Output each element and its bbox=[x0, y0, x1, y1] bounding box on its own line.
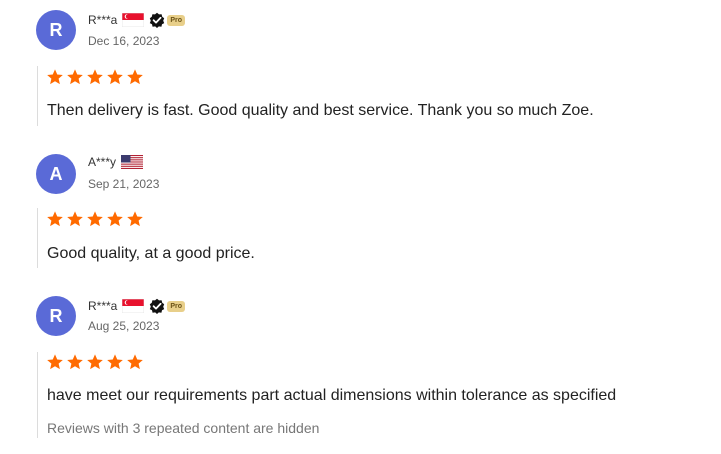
pro-badge: Pro bbox=[149, 298, 186, 314]
pro-badge: Pro bbox=[149, 12, 186, 28]
singapore-flag-icon bbox=[122, 13, 145, 27]
star-rating bbox=[46, 210, 144, 228]
review-text: Then delivery is fast. Good quality and … bbox=[47, 102, 594, 119]
star-icon bbox=[87, 69, 103, 85]
verified-check-icon bbox=[150, 12, 165, 28]
reviewer-name: A***y bbox=[88, 155, 117, 169]
star-icon bbox=[87, 211, 103, 227]
avatar: R bbox=[36, 296, 76, 336]
review-date: Dec 16, 2023 bbox=[88, 34, 160, 48]
singapore-flag-icon bbox=[122, 299, 145, 313]
star-icon bbox=[67, 211, 83, 227]
star-icon bbox=[67, 354, 83, 370]
reviewer-name: R***a bbox=[88, 13, 118, 27]
avatar: A bbox=[36, 154, 76, 194]
verified-check-icon bbox=[150, 298, 165, 314]
star-icon bbox=[87, 354, 103, 370]
star-icon bbox=[47, 354, 63, 370]
avatar: R bbox=[36, 10, 76, 50]
pro-label: Pro bbox=[167, 14, 186, 26]
review-text: Good quality, at a good price. bbox=[47, 245, 255, 262]
review-date: Aug 25, 2023 bbox=[88, 319, 160, 333]
review-divider bbox=[37, 208, 38, 268]
review-text: have meet our requirements part actual d… bbox=[47, 387, 617, 404]
star-rating bbox=[46, 353, 144, 371]
review-divider bbox=[37, 66, 38, 126]
star-icon bbox=[47, 211, 63, 227]
star-rating bbox=[46, 68, 144, 86]
review-divider bbox=[37, 352, 38, 438]
star-icon bbox=[107, 354, 123, 370]
reviewer-row: A***y bbox=[88, 155, 144, 169]
review-date: Sep 21, 2023 bbox=[88, 177, 160, 191]
pro-label: Pro bbox=[167, 300, 186, 312]
star-icon bbox=[107, 69, 123, 85]
reviewer-name: R***a bbox=[88, 299, 118, 313]
star-icon bbox=[67, 69, 83, 85]
star-icon bbox=[127, 69, 143, 85]
hidden-reviews-note: Reviews with 3 repeated content are hidd… bbox=[47, 420, 320, 436]
star-icon bbox=[127, 211, 143, 227]
reviewer-row: R***a Pro bbox=[88, 298, 186, 314]
usa-flag-icon bbox=[121, 155, 144, 169]
star-icon bbox=[107, 211, 123, 227]
reviewer-row: R***a Pro bbox=[88, 12, 186, 28]
star-icon bbox=[47, 69, 63, 85]
star-icon bbox=[127, 354, 143, 370]
